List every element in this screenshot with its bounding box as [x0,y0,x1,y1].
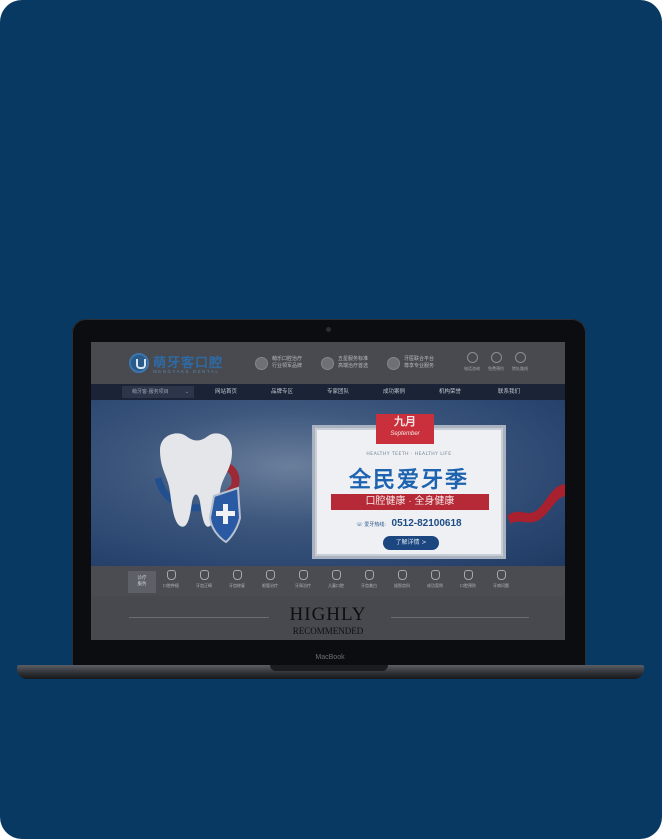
service-restoration[interactable]: 牙齿修复 [221,570,253,589]
red-ribbon-decoration [507,484,565,524]
tooth-icon [364,570,374,580]
laptop-notch [270,665,388,671]
nav-item-cases[interactable]: 成功案例 [369,384,419,400]
quick-link-route[interactable]: 院址路线 [508,352,532,372]
month-en: September [390,431,420,437]
site-header: 萌牙客口腔 MENGYAKE DENTAL 萌乐口腔治疗 行业领军品牌 五星服务标… [91,342,565,384]
feature-3-line1: 牙医联合平台 [404,356,435,362]
quick-link-appointment[interactable]: 免费预约 [484,352,508,372]
services-bar: 诊疗 服务 口腔种植 牙齿正畸 牙齿修复 根管治疗 牙周治疗 儿童口腔 牙齿美白… [91,566,565,596]
service-root-canal[interactable]: 根管治疗 [254,570,286,589]
tooth-icon [265,570,275,580]
tooth-icon [166,570,176,580]
promo-title: 全民爱牙季 [348,467,469,492]
logo-subtitle: MENGYAKE DENTAL [153,369,220,374]
month-tag: 九月 September [376,414,434,444]
service-cases[interactable]: 成功案例 [419,570,451,589]
nav-item-experts[interactable]: 专家团队 [313,384,363,400]
carousel-dots [295,558,343,562]
page-background: 萌牙客口腔 MENGYAKE DENTAL 萌乐口腔治疗 行业领军品牌 五星服务标… [0,0,662,839]
service-periodontal[interactable]: 牙周治疗 [287,570,319,589]
laptop-screen: 萌牙客口腔 MENGYAKE DENTAL 萌乐口腔治疗 行业领军品牌 五星服务标… [91,342,565,640]
tooth-icon [430,570,440,580]
badge-icon [387,357,400,370]
feature-1-line1: 萌乐口腔治疗 [272,356,303,362]
quick-link-phone[interactable]: 电话咨询 [460,352,484,372]
doctor-icon [496,570,506,580]
promo-ribbon: 口腔健康 · 全身健康 [331,494,489,510]
service-ortho[interactable]: 牙齿正畸 [188,570,220,589]
tooth-icon [199,570,209,580]
feature-3-line2: 尊享专业服务 [404,363,435,369]
chat-icon [490,352,502,363]
tooth-icon [463,570,473,580]
tooth-shield-icon [255,357,268,370]
service-label: 成功案例 [427,583,443,588]
quick-link-label: 电话咨询 [464,366,480,371]
nav-item-honors[interactable]: 机构荣誉 [425,384,475,400]
hero-banner[interactable]: HEALTHY TEETH · HEALTHY LIFE 全民爱牙季 口腔健康 … [91,400,565,566]
service-label: 儿童口腔 [328,583,344,588]
service-label: 口腔种植 [163,583,179,588]
nav-item-contact[interactable]: 联系我们 [484,384,534,400]
month-cn: 九月 [394,416,416,428]
service-label: 牙齿修复 [229,583,245,588]
services-heading[interactable]: 诊疗 服务 [128,571,156,593]
stethoscope-icon [321,357,334,370]
tooth-icon [331,570,341,580]
location-icon [514,352,526,363]
device-brand-label: MacBook [315,654,345,661]
service-label: 牙齿正畸 [196,583,212,588]
service-label: 牙齿美白 [361,583,377,588]
tooth-shield-illustration [154,433,242,544]
service-whitening[interactable]: 牙齿美白 [353,570,385,589]
tooth-icon [397,570,407,580]
promo-card: HEALTHY TEETH · HEALTHY LIFE 全民爱牙季 口腔健康 … [315,428,503,556]
nav-item-brand[interactable]: 品牌专区 [257,384,307,400]
service-select-label: 萌牙客·服务项目 [132,389,169,395]
feature-2-line2: 高端治疗首选 [338,363,369,369]
quick-link-label: 院址路线 [512,366,528,371]
feature-1-line2: 行业领军品牌 [272,363,303,369]
feature-2-line1: 五星服务标准 [338,356,369,362]
hotline-number: 0512-82100618 [391,518,462,529]
service-label: 根管治疗 [262,583,278,588]
service-questions[interactable]: 牙病问题 [485,570,517,589]
recommended-section: HIGHLY RECOMMENDED [91,596,565,640]
service-wisdom-tooth[interactable]: 拔智齿科 [386,570,418,589]
tooth-icon [298,570,308,580]
chevron-down-icon: ⌄ [184,389,189,395]
nav-item-home[interactable]: 网站首页 [201,384,251,400]
quick-link-label: 免费预约 [488,366,504,371]
hotline-label: 爱牙热线: [364,522,386,528]
service-label: 口腔预防 [460,583,476,588]
camera-icon [326,327,331,332]
services-heading-line2: 服务 [137,582,147,587]
main-nav: 萌牙客·服务项目 ⌄ 网站首页 品牌专区 专家团队 成功案例 机构荣誉 联系我们 [91,384,565,400]
service-label: 拔智齿科 [394,583,410,588]
phone-icon: ☏ [356,522,363,528]
promo-tagline: HEALTHY TEETH · HEALTHY LIFE [366,452,452,457]
hotline: ☏ 爱牙热线: 0512-82100618 [317,518,501,529]
service-prevention[interactable]: 口腔预防 [452,570,484,589]
service-select[interactable]: 萌牙客·服务项目 ⌄ [122,386,194,398]
learn-more-button[interactable]: 了解详情 > [383,536,439,550]
service-implant[interactable]: 口腔种植 [155,570,187,589]
section-heading: HIGHLY [289,604,367,625]
section-subheading: RECOMMENDED [292,626,364,636]
services-heading-line1: 诊疗 [137,576,147,581]
service-children[interactable]: 儿童口腔 [320,570,352,589]
tooth-logo-icon[interactable] [129,353,149,373]
phone-icon [466,352,478,363]
tooth-icon [232,570,242,580]
service-label: 牙周治疗 [295,583,311,588]
service-label: 牙病问题 [493,583,509,588]
